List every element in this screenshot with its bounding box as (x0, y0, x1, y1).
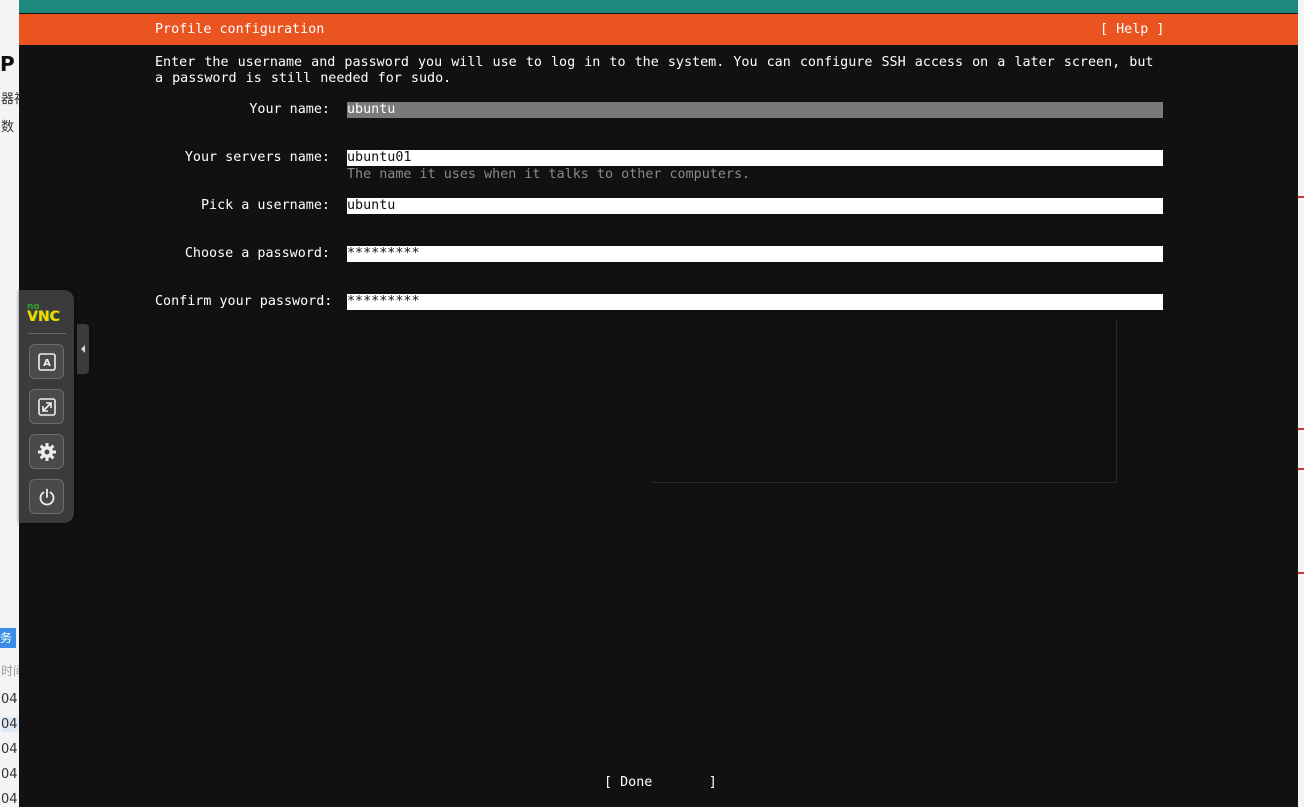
novnc-logo-vnc: VNC (27, 309, 60, 325)
background-fragment: 04 (1, 767, 18, 782)
background-mark (1298, 572, 1304, 574)
fullscreen-icon (37, 397, 56, 416)
power-icon (39, 488, 54, 505)
settings-button[interactable] (29, 434, 64, 469)
background-mark (1298, 468, 1304, 470)
background-fragment: 数 (1, 120, 15, 135)
background-app-left-strip: P 器视 数 务 时间 04 04 04 04 04 (0, 0, 19, 807)
confirm-password-input[interactable]: ********* (347, 294, 1163, 310)
background-mark (1298, 428, 1304, 430)
keyboard-icon: A (37, 352, 56, 371)
vnc-remote-screen[interactable]: Profile configuration [ Help ] Enter the… (19, 13, 1298, 807)
installer-header: Profile configuration [ Help ] (19, 14, 1298, 45)
gear-icon (37, 442, 56, 461)
server-name-hint: The name it uses when it talks to other … (347, 167, 751, 182)
svg-text:A: A (43, 358, 51, 369)
background-app-right-strip (1298, 0, 1304, 807)
background-fragment: 04 (1, 792, 18, 807)
background-fragment: 器视 (1, 92, 19, 107)
novnc-logo: no VNC (27, 302, 67, 324)
screen-artifact (652, 319, 1117, 483)
background-button: 务 (0, 628, 16, 648)
help-button[interactable]: [ Help ] (1100, 22, 1165, 37)
username-input[interactable]: ubuntu (347, 198, 1163, 214)
your-name-label: Your name: (249, 102, 330, 117)
done-button[interactable]: [ Done ] (604, 775, 717, 790)
page-title: Profile configuration (155, 22, 325, 37)
background-fragment: 04 (1, 717, 19, 732)
server-name-label: Your servers name: (184, 150, 330, 165)
intro-text: Enter the username and password you will… (155, 55, 1154, 86)
background-fragment: 04 (1, 692, 18, 707)
password-label: Choose a password: (184, 246, 330, 261)
fullscreen-button[interactable] (29, 389, 64, 424)
confirm-password-label: Confirm your password: (155, 294, 333, 309)
server-name-input[interactable]: ubuntu01 (347, 150, 1163, 166)
chevron-left-icon (81, 345, 85, 353)
novnc-control-bar: no VNC A (19, 290, 74, 523)
keyboard-button[interactable]: A (29, 344, 64, 379)
background-fragment: P (0, 52, 15, 76)
divider (28, 333, 66, 334)
power-button[interactable] (29, 479, 64, 514)
background-fragment: 04 (1, 742, 18, 757)
your-name-input[interactable]: ubuntu (347, 102, 1163, 118)
username-label: Pick a username: (201, 198, 330, 213)
background-fragment: 时间 (1, 664, 19, 678)
novnc-control-bar-handle[interactable] (77, 324, 89, 374)
password-input[interactable]: ********* (347, 246, 1163, 262)
background-mark (1298, 196, 1304, 198)
